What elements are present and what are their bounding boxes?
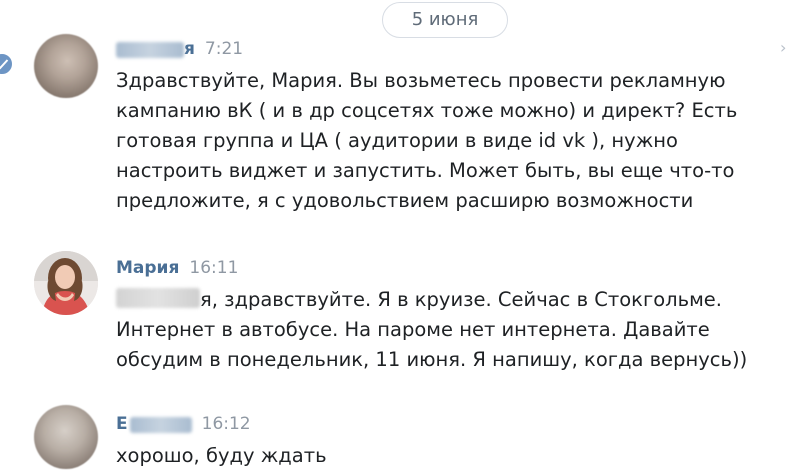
message-text: я, здравствуйте. Я в круизе. Сейчас в Ст…: [116, 285, 776, 375]
message-text: хорошо, буду ждать: [116, 444, 327, 467]
message-time[interactable]: 16:12: [202, 414, 251, 434]
message-header: Е 16:12: [116, 411, 776, 437]
message-time[interactable]: 16:11: [189, 258, 238, 278]
message: я 7:21 Здравствуйте, Мария. Вы возьметесь…: [116, 36, 776, 216]
date-divider: 5 июня: [382, 2, 508, 38]
avatar-photo: [34, 251, 98, 315]
author-name[interactable]: Мария: [116, 258, 179, 278]
message: Мария 16:11 я, здравствуйте. Я в круизе. …: [116, 255, 776, 375]
avatar[interactable]: [34, 251, 98, 315]
scroll-arrow-icon[interactable]: ›: [780, 36, 790, 60]
select-check-icon[interactable]: [0, 52, 14, 76]
message-header: Мария 16:11: [116, 255, 776, 281]
addressee-partial: я: [200, 288, 212, 311]
avatar[interactable]: [34, 405, 98, 469]
message: Е 16:12 хорошо, буду ждать: [116, 411, 776, 471]
avatar[interactable]: [34, 34, 98, 98]
addressee-redacted: [116, 288, 200, 308]
author-name-redacted[interactable]: [116, 41, 184, 58]
message-text: Здравствуйте, Мария. Вы возьметесь прове…: [116, 69, 738, 212]
author-name-redacted[interactable]: [129, 416, 192, 433]
author-name[interactable]: Е: [116, 414, 128, 434]
message-header: я 7:21: [116, 36, 776, 62]
message-time[interactable]: 7:21: [205, 39, 243, 59]
author-name[interactable]: я: [184, 39, 195, 59]
chat-view: 5 июня › я 7:21 Здравствуйте, Мария. Вы в…: [0, 0, 790, 476]
